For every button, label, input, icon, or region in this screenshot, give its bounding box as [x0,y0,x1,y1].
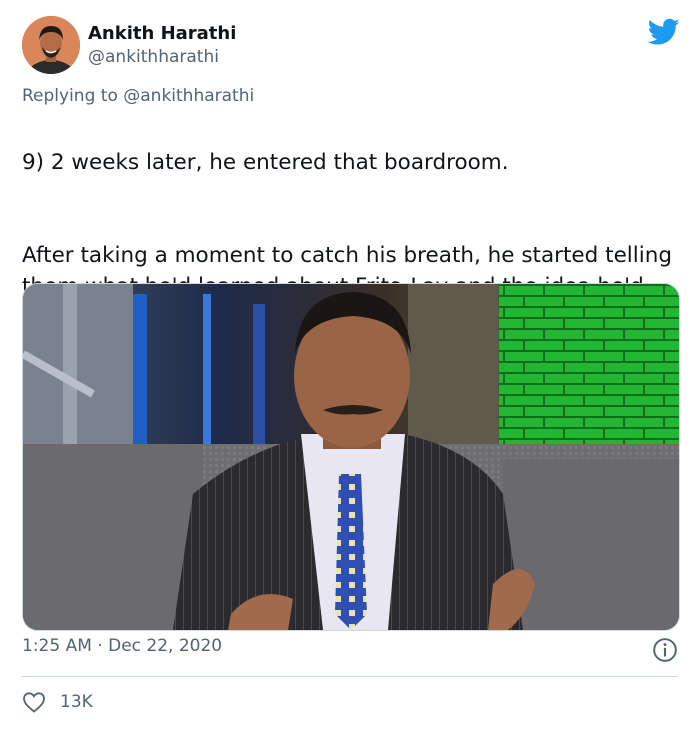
tweet-date: Dec 22, 2020 [108,636,223,656]
twitter-bird-icon[interactable] [648,18,680,46]
display-name[interactable]: Ankith Harathi [88,22,236,46]
avatar[interactable] [22,16,80,74]
tweet-timestamp[interactable]: 1:25 AM · Dec 22, 2020 [22,636,222,656]
tweet-time: 1:25 AM [22,636,92,656]
like-count: 13K [60,692,93,712]
author-handle[interactable]: @ankithharathi [88,46,236,68]
replying-to: Replying to @ankithharathi [22,86,254,106]
tv-interview-photo [23,284,679,630]
tweet-paragraph: 9) 2 weeks later, he entered that boardr… [22,150,509,175]
meta-separator: · [91,636,109,656]
like-button[interactable]: 13K [22,688,93,716]
author-names: Ankith Harathi @ankithharathi [88,22,236,68]
heart-icon [23,692,45,713]
info-icon[interactable] [652,637,678,663]
avatar-photo [22,16,80,74]
replying-to-mention[interactable]: @ankithharathi [123,86,254,106]
replying-to-label: Replying to [22,86,124,106]
tweet-header: Ankith Harathi @ankithharathi [22,16,680,76]
divider [22,676,678,677]
tweet-media-image[interactable] [22,283,680,631]
